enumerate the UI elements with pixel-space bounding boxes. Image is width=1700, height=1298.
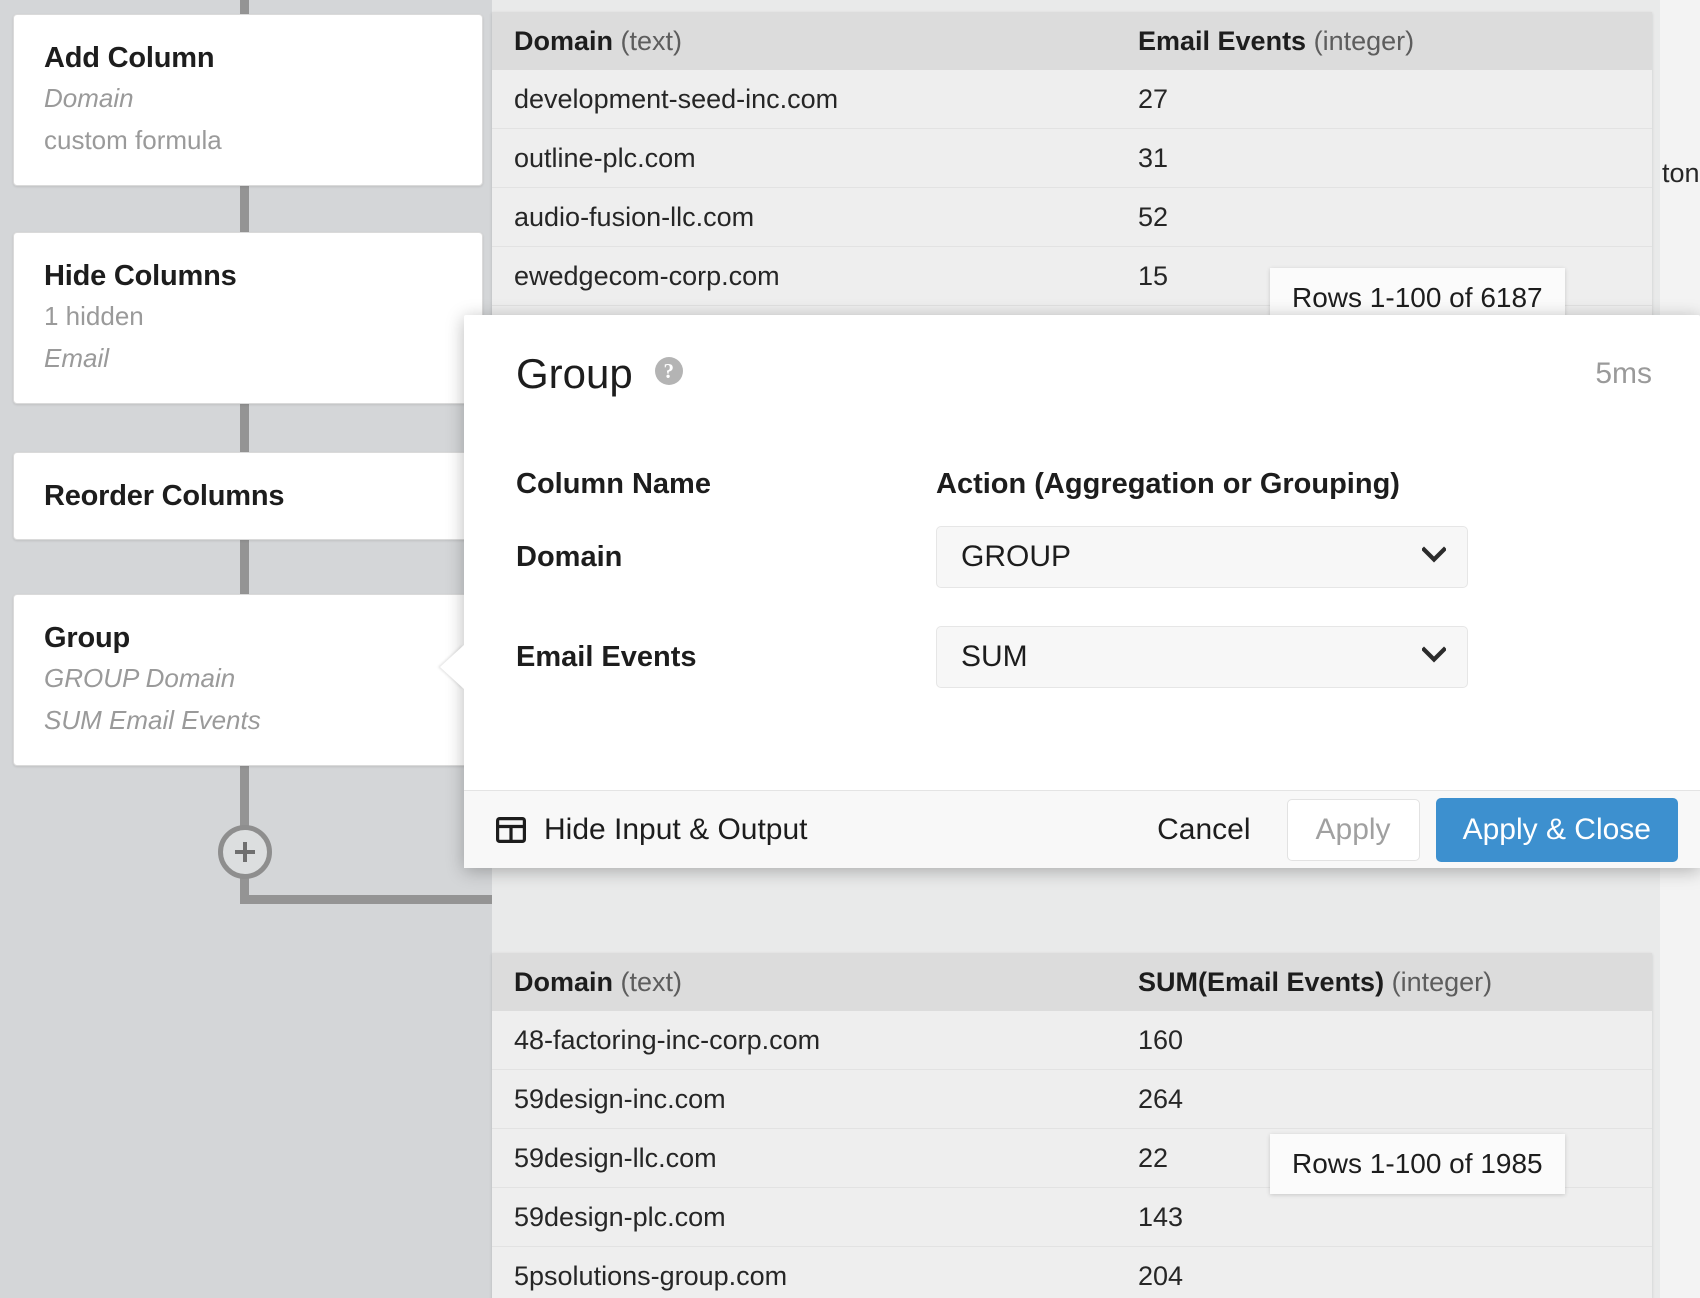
dialog-actions: Cancel Apply Apply & Close (1131, 797, 1678, 862)
header-action: Action (Aggregation or Grouping) (936, 467, 1400, 500)
add-step-button[interactable] (218, 825, 272, 879)
cell-domain: 59design-inc.com (514, 1083, 726, 1114)
select-value: SUM (961, 640, 1028, 673)
step-title: Add Column (44, 42, 215, 74)
table-row[interactable]: development-seed-inc.com 27 (492, 70, 1652, 129)
pipeline-step-add-column[interactable]: Add Column Domain custom formula (13, 14, 483, 187)
field-label-domain: Domain (516, 540, 623, 573)
form-row-email-events: Email Events SUM (516, 607, 1700, 707)
cell-value: 204 (1138, 1261, 1184, 1291)
cell-domain: 48-factoring-inc-corp.com (514, 1024, 821, 1055)
dialog-header: Group ? 5ms (464, 353, 1700, 395)
output-table: Domain (text) SUM(Email Events) (integer… (492, 953, 1652, 1298)
plus-icon (232, 839, 258, 865)
cell-value: 264 (1138, 1083, 1184, 1114)
cell-domain: outline-plc.com (514, 142, 696, 173)
cell-value: 143 (1138, 1201, 1184, 1232)
group-step-config-dialog: Group ? 5ms Column Name Action (Aggregat… (440, 315, 1700, 868)
step-subtitle-2: SUM Email Events (44, 705, 261, 736)
step-subtitle-2: Email (44, 343, 110, 374)
table-row[interactable]: 48-factoring-inc-corp.com 160 (492, 1011, 1652, 1070)
table-header-row: Domain (text) SUM(Email Events) (integer… (492, 953, 1652, 1011)
apply-button[interactable]: Apply (1286, 798, 1420, 861)
step-subtitle-1: Domain (44, 83, 134, 114)
question-mark-icon[interactable]: ? (654, 357, 683, 385)
pipeline-step-hide-columns[interactable]: Hide Columns 1 hidden Email (13, 232, 483, 405)
table-row[interactable]: 5psolutions-group.com 204 (492, 1247, 1652, 1298)
cell-value: 52 (1138, 201, 1169, 232)
cancel-button[interactable]: Cancel (1131, 799, 1276, 861)
column-header-label: Domain (514, 966, 614, 997)
column-header-label: SUM(Email Events) (1138, 966, 1385, 997)
table-row[interactable]: 59design-plc.com 143 (492, 1188, 1652, 1247)
step-subtitle-2: custom formula (44, 125, 222, 156)
execution-time-label: 5ms (1595, 357, 1652, 390)
column-header-type: (text) (620, 25, 683, 56)
step-subtitle-1: GROUP Domain (44, 663, 236, 694)
pipeline-panel: Add Column Domain custom formula Hide Co… (0, 0, 500, 1298)
column-header-domain[interactable]: Domain (text) (514, 967, 1138, 998)
table-row[interactable]: 59design-inc.com 264 (492, 1070, 1652, 1129)
step-title: Group (44, 622, 130, 654)
cell-value: 27 (1138, 83, 1169, 114)
dialog-body: Group ? 5ms Column Name Action (Aggregat… (464, 315, 1700, 790)
pipeline-step-group[interactable]: Group GROUP Domain SUM Email Events (13, 594, 483, 767)
action-select-email-events[interactable]: SUM (936, 626, 1468, 688)
hide-input-output-label: Hide Input & Output (544, 812, 808, 846)
form-row-domain: Domain GROUP (516, 507, 1700, 607)
cell-value: 160 (1138, 1024, 1184, 1055)
hide-input-output-toggle[interactable]: Hide Input & Output (496, 813, 808, 847)
step-title: Reorder Columns (44, 480, 285, 512)
column-header-type: (integer) (1391, 966, 1493, 997)
column-header-type: (text) (620, 966, 683, 997)
dialog-footer: Hide Input & Output Cancel Apply Apply &… (464, 790, 1700, 868)
column-header-sum-email-events[interactable]: SUM(Email Events) (integer) (1138, 967, 1652, 998)
dialog-pointer (440, 645, 464, 689)
step-subtitle-1: 1 hidden (44, 301, 144, 332)
cell-value: 31 (1138, 142, 1169, 173)
apply-and-close-button[interactable]: Apply & Close (1435, 797, 1678, 862)
action-select-email-events-wrapper: SUM (936, 626, 1468, 688)
workflow-editor-screen: Add Column Domain custom formula Hide Co… (0, 0, 1700, 1298)
cell-domain: audio-fusion-llc.com (514, 201, 755, 232)
select-value: GROUP (961, 540, 1072, 573)
table-row[interactable]: outline-plc.com 31 (492, 129, 1652, 188)
aggregation-form: Column Name Action (Aggregation or Group… (464, 461, 1700, 707)
cell-domain: 5psolutions-group.com (514, 1261, 788, 1291)
cell-domain: 59design-plc.com (514, 1201, 726, 1232)
action-select-domain[interactable]: GROUP (936, 526, 1468, 588)
form-header-row: Column Name Action (Aggregation or Group… (516, 461, 1700, 507)
clipped-cell-text: ton (1662, 158, 1700, 188)
column-header-label: Email Events (1138, 25, 1307, 56)
action-select-domain-wrapper: GROUP (936, 526, 1468, 588)
column-header-email-events[interactable]: Email Events (integer) (1138, 26, 1652, 57)
pipeline-step-reorder-columns[interactable]: Reorder Columns (13, 452, 483, 541)
field-label-email-events: Email Events (516, 640, 697, 673)
table-header-row: Domain (text) Email Events (integer) (492, 12, 1652, 70)
header-column-name: Column Name (516, 467, 711, 500)
step-title: Hide Columns (44, 260, 237, 292)
column-header-domain[interactable]: Domain (text) (514, 26, 1138, 57)
dialog-title: Group (516, 350, 633, 397)
pipeline-connector-elbow (240, 895, 500, 904)
column-header-type: (integer) (1313, 25, 1415, 56)
cell-domain: ewedgecom-corp.com (514, 260, 780, 291)
column-header-label: Domain (514, 25, 614, 56)
cell-domain: 59design-llc.com (514, 1142, 717, 1173)
table-row[interactable]: audio-fusion-llc.com 52 (492, 188, 1652, 247)
output-rows-count-badge: Rows 1-100 of 1985 (1270, 1134, 1565, 1194)
table-grid-icon (496, 816, 526, 844)
cell-domain: development-seed-inc.com (514, 83, 839, 114)
